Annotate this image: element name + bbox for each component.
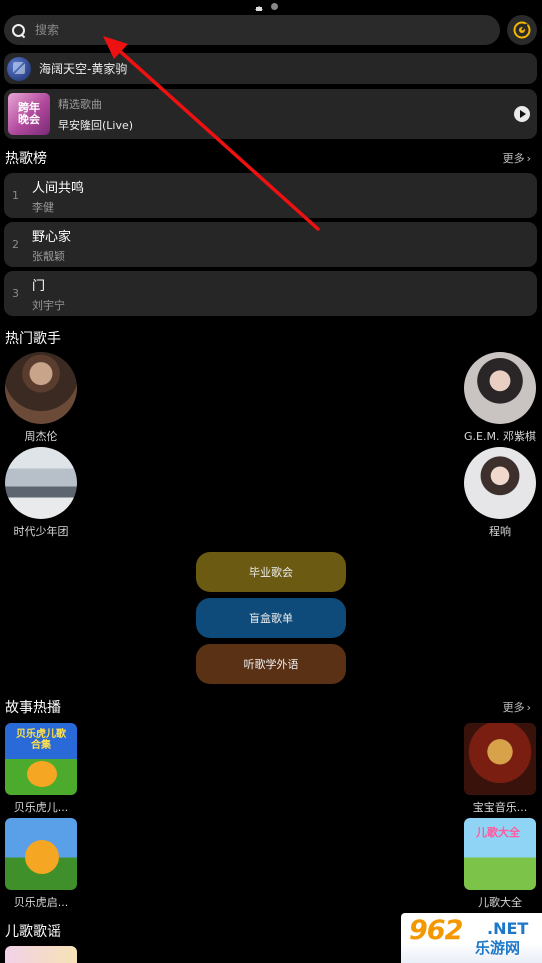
featured-song-card[interactable]: 跨年晚会 精选歌曲 早安隆回(Live) (4, 89, 537, 139)
story-item[interactable]: 儿歌大全 儿歌大全 (460, 818, 540, 910)
singer-avatar (464, 352, 536, 424)
radar-icon (513, 21, 531, 39)
rank-number: 2 (12, 238, 19, 251)
watermark-domain: .NET (487, 919, 529, 938)
singer-item[interactable]: 时代少年团 (1, 447, 81, 539)
song-title: 门 (32, 278, 46, 294)
singer-name: 时代少年团 (13, 525, 69, 538)
featured-song-title: 早安隆回(Live) (58, 118, 134, 132)
song-title: 野心家 (32, 229, 72, 245)
search-bar[interactable] (4, 15, 500, 45)
rank-number: 1 (12, 189, 19, 202)
story-name: 贝乐虎儿... (13, 801, 69, 814)
hot-songs-title: 热歌榜 (5, 151, 47, 167)
singer-name: G.E.M. 邓紫棋 (464, 430, 536, 443)
story-cover: 儿歌大全 (464, 818, 536, 890)
singer-name: 程响 (489, 525, 511, 538)
story-cover: 贝乐虎儿歌合集 (5, 723, 77, 795)
singer-item[interactable]: 周杰伦 (1, 352, 81, 444)
singer-item[interactable]: 程响 (460, 447, 540, 539)
playlist-button[interactable]: 毕业歌会 (196, 552, 346, 592)
now-playing-bar[interactable]: 海阔天空-黄家驹 (4, 53, 537, 84)
user-icon (271, 3, 278, 10)
rank-number: 3 (12, 287, 19, 300)
story-item[interactable]: 贝乐虎启... (1, 818, 81, 910)
story-item[interactable]: 贝乐虎儿歌合集 贝乐虎儿... (1, 723, 81, 815)
story-cover-text: 贝乐虎儿歌合集 (16, 729, 66, 751)
now-playing-title: 海阔天空-黄家驹 (39, 62, 128, 76)
hot-singers-title: 热门歌手 (5, 331, 61, 347)
status-bar (255, 3, 278, 11)
stories-more-link[interactable]: 更多 (503, 699, 531, 715)
story-item[interactable]: 宝宝音乐... (460, 723, 540, 815)
singer-avatar (5, 447, 77, 519)
site-watermark-logo: 962 .NET 乐游网 (401, 913, 542, 963)
song-artist: 李健 (32, 200, 54, 214)
singer-name: 周杰伦 (24, 430, 58, 443)
story-cover (464, 723, 536, 795)
hot-songs-more-link[interactable]: 更多 (503, 150, 531, 166)
search-icon (12, 23, 25, 37)
story-name: 宝宝音乐... (472, 801, 528, 814)
story-cover-text: 儿歌大全 (476, 826, 520, 839)
music-recognition-button[interactable] (507, 15, 537, 45)
singer-item[interactable]: G.E.M. 邓紫棋 (460, 352, 540, 444)
now-playing-avatar (7, 56, 31, 81)
play-button[interactable] (514, 106, 530, 122)
featured-label: 精选歌曲 (58, 97, 102, 111)
song-artist: 刘宇宁 (32, 298, 65, 312)
featured-song-cover: 跨年晚会 (8, 93, 50, 135)
kids-songs-title: 儿歌歌谣 (5, 924, 61, 940)
singer-avatar (464, 447, 536, 519)
playlist-button[interactable]: 听歌学外语 (196, 644, 346, 684)
search-input[interactable] (35, 23, 455, 37)
singer-avatar (5, 352, 77, 424)
song-artist: 张靓颖 (32, 249, 65, 263)
song-title: 人间共鸣 (32, 180, 85, 196)
stories-title: 故事热播 (5, 700, 61, 716)
home-icon (255, 3, 263, 11)
rank-row[interactable]: 2 野心家 张靓颖 (4, 222, 537, 267)
kids-song-cover[interactable] (5, 946, 77, 963)
watermark-site-name: 乐游网 (475, 939, 521, 957)
story-name: 儿歌大全 (478, 896, 522, 909)
rank-row[interactable]: 3 门 刘宇宁 (4, 271, 537, 316)
story-cover (5, 818, 77, 890)
rank-row[interactable]: 1 人间共鸣 李健 (4, 173, 537, 218)
story-name: 贝乐虎启... (13, 896, 69, 909)
watermark-number: 962 (409, 915, 463, 946)
featured-cover-text: 跨年晚会 (18, 101, 40, 126)
playlist-button[interactable]: 盲盒歌单 (196, 598, 346, 638)
